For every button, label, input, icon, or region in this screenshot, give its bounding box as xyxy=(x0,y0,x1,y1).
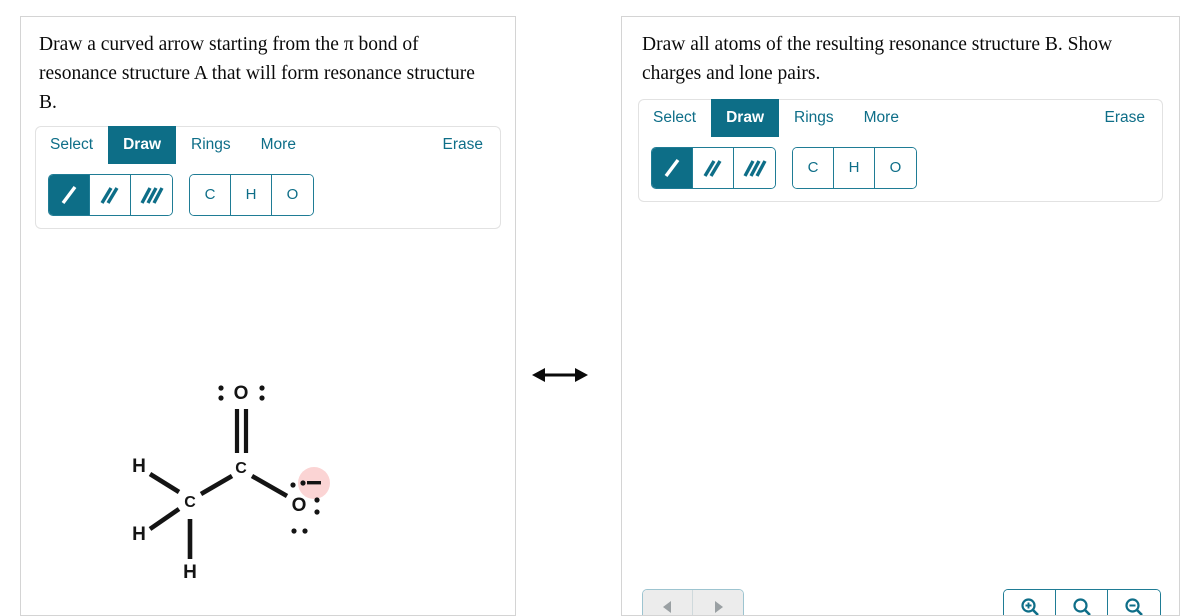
zoom-reset-icon xyxy=(1072,598,1091,615)
bond-c2-c3 xyxy=(199,474,234,496)
left-exercise-panel: Draw a curved arrow starting from the π … xyxy=(20,16,516,616)
tabbar-spacer xyxy=(311,126,428,164)
double-bond-button[interactable] xyxy=(90,174,131,215)
element-label-c: C xyxy=(204,186,216,204)
tab-more[interactable]: More xyxy=(246,126,311,164)
bond-order-group xyxy=(651,146,776,189)
erase-button[interactable]: Erase xyxy=(1090,99,1164,137)
triple-bond-icon xyxy=(743,159,766,177)
element-label-o: O xyxy=(889,159,902,177)
triple-bond-button[interactable] xyxy=(131,174,172,215)
single-bond-button[interactable] xyxy=(652,147,693,188)
zoom-in-icon xyxy=(1020,598,1039,615)
bond-c2-o7 xyxy=(250,474,289,498)
single-bond-icon xyxy=(61,185,77,204)
negative-charge-symbol xyxy=(307,481,321,485)
tab-draw[interactable]: Draw xyxy=(711,98,779,137)
element-label-h: H xyxy=(245,186,257,204)
resonance-double-arrow-icon xyxy=(532,368,588,382)
right-prompt-text: Draw all atoms of the resulting resonanc… xyxy=(642,34,1113,84)
history-group xyxy=(642,589,744,615)
tab-select[interactable]: Select xyxy=(35,126,108,164)
tab-select[interactable]: Select xyxy=(638,99,711,137)
element-button-hydrogen[interactable]: H xyxy=(231,174,272,215)
triple-bond-icon xyxy=(140,186,163,204)
tabbar-spacer xyxy=(914,99,1090,137)
left-drawing-canvas[interactable]: O C C H H H O xyxy=(21,263,515,615)
atom-label-h5: H xyxy=(132,524,146,545)
atom-label-c2: C xyxy=(235,460,247,477)
double-bond-button[interactable] xyxy=(693,147,734,188)
right-editor-tabbar: Select Draw Rings More Erase xyxy=(638,98,1164,138)
atom-label-h4: H xyxy=(132,456,146,477)
element-label-c: C xyxy=(807,159,819,177)
bond-c3-h5 xyxy=(148,507,181,531)
single-bond-button[interactable] xyxy=(49,174,90,215)
zoom-out-button[interactable] xyxy=(1108,590,1160,615)
element-group: C H O xyxy=(189,173,314,216)
redo-arrow-icon xyxy=(715,601,723,613)
tab-draw[interactable]: Draw xyxy=(108,125,176,164)
element-group: C H O xyxy=(792,146,917,189)
bond-c3-h4 xyxy=(148,472,181,494)
redo-button[interactable] xyxy=(693,590,743,615)
left-editor-tabbar: Select Draw Rings More Erase xyxy=(35,125,502,165)
tab-rings[interactable]: Rings xyxy=(779,99,849,137)
double-bond-icon xyxy=(100,186,119,204)
atom-label-h6: H xyxy=(183,562,197,583)
element-button-oxygen[interactable]: O xyxy=(875,147,916,188)
acetate-structure-a: O C C H H H O xyxy=(132,383,330,583)
atom-label-o1: O xyxy=(234,383,249,404)
tab-rings[interactable]: Rings xyxy=(176,126,246,164)
erase-button[interactable]: Erase xyxy=(428,126,502,164)
triple-bond-button[interactable] xyxy=(734,147,775,188)
atom-label-o7: O xyxy=(292,495,307,516)
zoom-group xyxy=(1003,589,1161,615)
undo-button[interactable] xyxy=(643,590,693,615)
single-bond-icon xyxy=(664,158,680,177)
element-label-o: O xyxy=(286,186,299,204)
left-prompt-text: Draw a curved arrow starting from the π … xyxy=(39,34,475,113)
right-molecule-editor: Select Draw Rings More Erase C H O xyxy=(638,98,1164,202)
right-drawing-canvas[interactable] xyxy=(622,235,1179,615)
element-button-oxygen[interactable]: O xyxy=(272,174,313,215)
atom-label-c3: C xyxy=(184,494,196,511)
element-button-carbon[interactable]: C xyxy=(793,147,834,188)
left-molecule-editor: Select Draw Rings More Erase C H O xyxy=(35,125,502,229)
zoom-in-button[interactable] xyxy=(1004,590,1056,615)
element-button-hydrogen[interactable]: H xyxy=(834,147,875,188)
element-button-carbon[interactable]: C xyxy=(190,174,231,215)
zoom-reset-button[interactable] xyxy=(1056,590,1108,615)
zoom-out-icon xyxy=(1125,598,1143,615)
right-answer-panel: Draw all atoms of the resulting resonanc… xyxy=(621,16,1180,616)
right-bottom-controls xyxy=(622,589,1179,615)
left-tool-row: C H O xyxy=(35,163,501,229)
undo-arrow-icon xyxy=(662,601,671,613)
double-bond-icon xyxy=(703,159,722,177)
tab-more[interactable]: More xyxy=(849,99,914,137)
right-tool-row: C H O xyxy=(638,136,1163,202)
element-label-h: H xyxy=(848,159,860,177)
bond-order-group xyxy=(48,173,173,216)
